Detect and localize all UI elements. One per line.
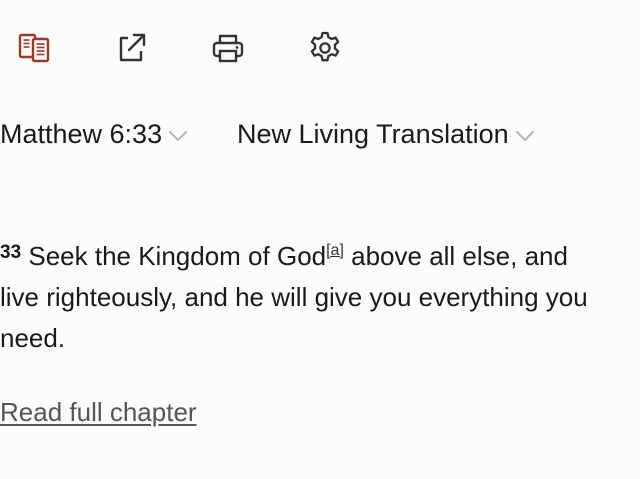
passage-line: need. — [0, 323, 66, 353]
gear-icon — [310, 31, 340, 62]
passage-reference: Matthew 6:33 — [0, 119, 163, 149]
footnote-link[interactable]: [a] — [326, 242, 344, 259]
passage-line: live righteously, and he will give you e… — [0, 282, 588, 312]
chevron-down-icon — [168, 112, 188, 156]
passage-dropdown[interactable]: Matthew 6:33 — [0, 112, 188, 156]
read-full-chapter-link[interactable]: Read full chapter — [0, 392, 197, 432]
settings-button[interactable] — [303, 26, 347, 70]
chevron-down-icon — [515, 112, 535, 156]
verse-text: Seek the Kingdom of God — [21, 241, 327, 271]
toolbar — [0, 26, 640, 70]
print-button[interactable] — [206, 26, 250, 70]
share-icon — [119, 33, 146, 62]
share-button[interactable] — [109, 26, 153, 70]
passage-selectors: Matthew 6:33 New Living Translation — [0, 112, 640, 156]
version-dropdown[interactable]: New Living Translation — [237, 112, 535, 156]
parallel-view-icon — [18, 33, 50, 63]
passage-line: 33 Seek the Kingdom of God[a] above all … — [0, 236, 640, 277]
parallel-view-button[interactable] — [12, 26, 56, 70]
verse-number: 33 — [0, 242, 22, 263]
passage-text: 33 Seek the Kingdom of God[a] above all … — [0, 236, 640, 359]
version-name: New Living Translation — [237, 119, 509, 149]
verse-text: above all else, and — [343, 241, 568, 271]
print-icon — [212, 34, 244, 63]
